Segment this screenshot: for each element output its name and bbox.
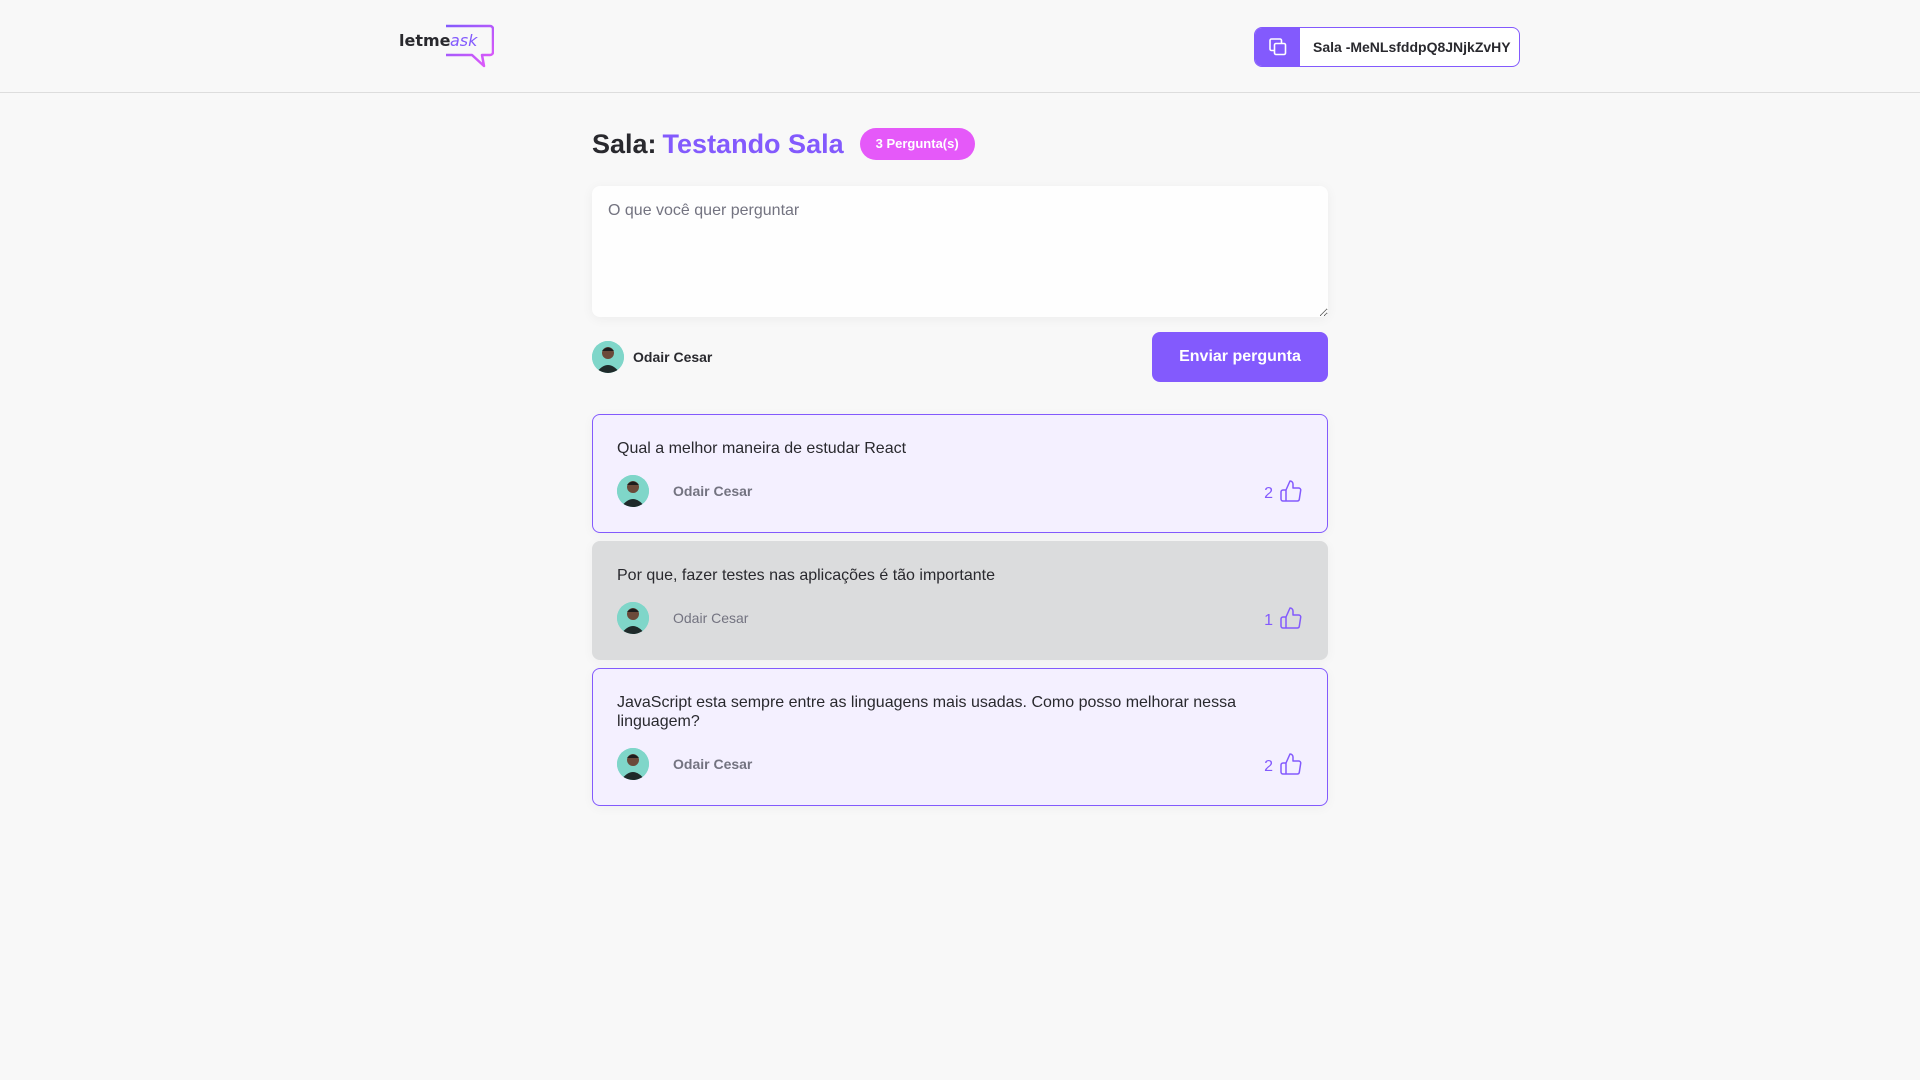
room-title-prefix: Sala:: [592, 128, 657, 159]
question-list: Qual a melhor maneira de estudar React O…: [592, 414, 1328, 814]
author-name: Odair Cesar: [673, 756, 753, 772]
avatar: [617, 748, 649, 780]
header: letme ask Sala -MeNLsfddpQ8JNjkZvHY: [0, 0, 1920, 93]
thumbs-up-icon: [1280, 480, 1302, 502]
current-user-name: Odair Cesar: [633, 349, 713, 365]
avatar: [617, 602, 649, 634]
send-question-button[interactable]: Enviar pergunta: [1152, 332, 1328, 382]
thumbs-up-icon: [1280, 753, 1302, 775]
question-content: Qual a melhor maneira de estudar React: [617, 440, 907, 457]
avatar: [592, 341, 624, 373]
like-count: 2: [1264, 485, 1273, 502]
question-card: Qual a melhor maneira de estudar React O…: [592, 414, 1328, 533]
like-button[interactable]: 2: [1264, 752, 1303, 776]
speech-bubble-logo-icon: letme ask: [399, 24, 495, 68]
question-content: Por que, fazer testes nas aplicações é t…: [617, 567, 995, 584]
question-author: Odair Cesar: [617, 475, 752, 507]
question-card: JavaScript esta sempre entre as linguage…: [592, 668, 1328, 806]
question-content: JavaScript esta sempre entre as linguage…: [617, 694, 1236, 730]
like-button[interactable]: 1: [1264, 606, 1303, 630]
question-card: Por que, fazer testes nas aplicações é t…: [592, 541, 1328, 660]
current-user-info: Odair Cesar: [592, 341, 712, 373]
question-count-badge: 3 Pergunta(s): [859, 128, 975, 160]
question-footer: Odair Cesar 2: [617, 474, 1303, 508]
copy-button[interactable]: [1255, 28, 1300, 66]
question-author: Odair Cesar: [617, 602, 748, 634]
svg-text:ask: ask: [450, 31, 478, 50]
svg-text:letme: letme: [399, 31, 451, 50]
like-count: 2: [1264, 758, 1273, 775]
author-name: Odair Cesar: [673, 610, 749, 626]
like-button[interactable]: 2: [1264, 479, 1303, 503]
question-author: Odair Cesar: [617, 748, 752, 780]
like-count: 1: [1264, 612, 1273, 629]
form-footer: Odair Cesar Enviar pergunta: [592, 332, 1328, 382]
room-title-name: Testando Sala: [662, 128, 844, 159]
letmeask-logo[interactable]: letme ask: [398, 24, 495, 70]
room-code-text: Sala -MeNLsfddpQ8JNjkZvHY: [1313, 39, 1511, 55]
author-name: Odair Cesar: [673, 483, 753, 499]
copy-icon: [1268, 38, 1286, 56]
room-code-button[interactable]: Sala -MeNLsfddpQ8JNjkZvHY: [1254, 27, 1520, 67]
room-title-row: Sala: Testando Sala 3 Pergunta(s): [592, 126, 975, 162]
question-footer: Odair Cesar 2: [617, 747, 1303, 781]
thumbs-up-icon: [1280, 607, 1302, 629]
question-footer: Odair Cesar 1: [617, 601, 1303, 635]
avatar: [617, 475, 649, 507]
question-textarea[interactable]: [592, 186, 1328, 317]
